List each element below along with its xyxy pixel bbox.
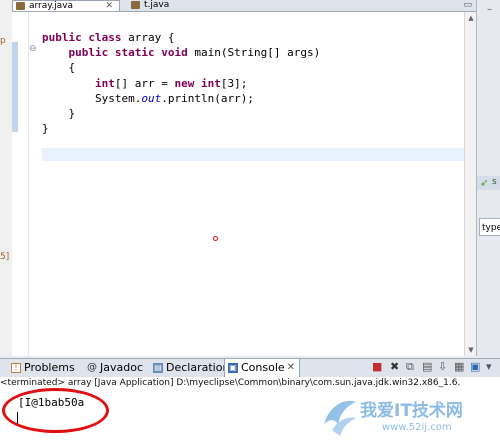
outline-panel-header[interactable]: ➶ s bbox=[477, 176, 500, 190]
display-console-icon[interactable]: ▣ bbox=[470, 361, 480, 373]
javadoc-icon: @ bbox=[87, 362, 97, 373]
current-line-highlight bbox=[42, 148, 464, 161]
panel-label: s bbox=[492, 177, 497, 187]
clear-console-icon[interactable]: ▤ bbox=[422, 361, 432, 373]
java-file-icon bbox=[131, 1, 140, 9]
leaf-icon: ➶ bbox=[480, 178, 489, 189]
code-text[interactable]: public class array { public static void … bbox=[42, 30, 320, 136]
editor-tab-bar: array.java ✕ t.java ▭ bbox=[12, 0, 476, 12]
scroll-lock-icon[interactable]: ⇩ bbox=[438, 361, 447, 373]
pin-console-icon[interactable]: ▦ bbox=[454, 361, 464, 373]
tab-label: Declaration bbox=[166, 361, 230, 374]
view-menu-icon[interactable]: ▾ bbox=[486, 361, 492, 373]
bird-logo-icon bbox=[324, 400, 356, 436]
java-file-icon bbox=[16, 2, 25, 10]
terminate-icon[interactable]: ■ bbox=[372, 361, 382, 373]
close-icon[interactable]: ✕ bbox=[287, 359, 295, 377]
watermark-text: 我爱IT技术网 bbox=[360, 401, 463, 421]
tab-javadoc[interactable]: @ Javadoc bbox=[84, 359, 143, 377]
remove-all-icon[interactable]: ⧉ bbox=[406, 361, 414, 373]
tab-array-java[interactable]: array.java ✕ bbox=[12, 0, 120, 11]
close-icon[interactable]: ✕ bbox=[105, 1, 113, 11]
tab-t-java[interactable]: t.java bbox=[128, 0, 172, 11]
right-side-panel: – ➶ s type bbox=[476, 0, 500, 356]
tab-declaration[interactable]: ▤ Declaration bbox=[150, 359, 229, 377]
console-icon: ▣ bbox=[228, 363, 238, 373]
declaration-icon: ▤ bbox=[153, 363, 163, 373]
fold-toggle-icon[interactable]: ⊖ bbox=[29, 44, 37, 54]
cursor-marker-icon bbox=[213, 236, 218, 241]
filter-input[interactable]: type bbox=[479, 218, 500, 236]
watermark-url: www.52ij.com bbox=[382, 422, 452, 433]
code-editor[interactable]: ⊖ public class array { public static voi… bbox=[12, 12, 464, 356]
minimize-icon[interactable]: – bbox=[487, 4, 492, 15]
tab-console[interactable]: ▣ Console ✕ bbox=[224, 359, 300, 377]
problems-icon: ! bbox=[11, 363, 21, 373]
annotation-circle bbox=[2, 388, 109, 433]
left-marker: p bbox=[0, 36, 6, 46]
left-marker: 5] bbox=[0, 252, 10, 262]
console-status-line: <terminated> array [Java Application] D:… bbox=[0, 377, 500, 390]
watermark: 我爱IT技术网 www.52ij.com bbox=[320, 392, 500, 441]
editor-ruler bbox=[12, 12, 29, 356]
change-marker bbox=[12, 42, 18, 132]
tab-label: t.java bbox=[144, 0, 170, 10]
maximize-icon[interactable]: ▭ bbox=[463, 0, 472, 10]
tab-label: array.java bbox=[29, 1, 74, 11]
tab-label: Javadoc bbox=[100, 361, 143, 374]
remove-launch-icon[interactable]: ✖ bbox=[390, 361, 399, 373]
tab-problems[interactable]: ! Problems bbox=[8, 359, 75, 377]
tab-label: Problems bbox=[24, 361, 75, 374]
tab-label: Console bbox=[241, 361, 285, 374]
